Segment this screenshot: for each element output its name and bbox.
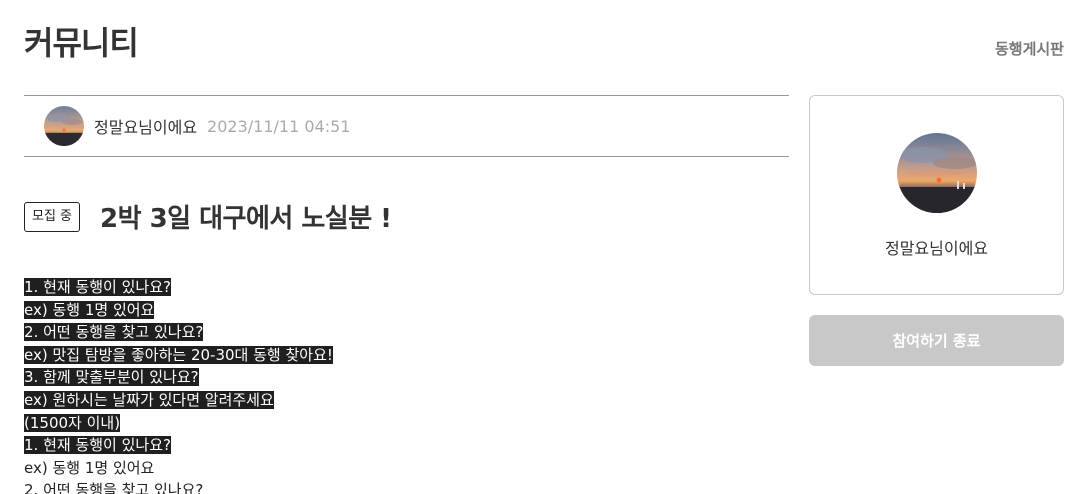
post-title-row: 모집 중 2박 3일 대구에서 노실분 ! (24, 198, 392, 235)
author-avatar[interactable] (44, 106, 84, 146)
body-line: ex) 동행 1명 있어요 (24, 457, 789, 480)
body-line: ex) 원하시는 날짜가 있다면 알려주세요 (24, 389, 789, 412)
body-line: ex) 동행 1명 있어요 (24, 299, 789, 322)
post-body: 1. 현재 동행이 있나요? ex) 동행 1명 있어요 2. 어떤 동행을 찾고 … (24, 276, 789, 494)
author-name[interactable]: 정말요님이에요 (94, 114, 197, 138)
author-profile-card: 정말요님이에요 (809, 95, 1064, 295)
body-line-text: ex) 맛집 탐방을 좋아하는 20-30대 동행 찾아요! (24, 345, 333, 364)
profile-avatar[interactable] (896, 133, 977, 213)
post-title: 2박 3일 대구에서 노실분 ! (100, 204, 392, 234)
page-title: 커뮤니티 (24, 24, 139, 62)
post-meta: 정말요님이에요 2023/11/11 04:51 (24, 95, 789, 157)
body-line: 2. 어떤 동행을 찾고 있나요? (24, 321, 789, 344)
post-date: 2023/11/11 04:51 (207, 116, 351, 136)
body-line-text: 1. 현재 동행이 있나요? (24, 278, 171, 296)
body-line-text: ex) 원하시는 날짜가 있다면 알려주세요 (24, 390, 274, 409)
body-line: 1. 현재 동행이 있나요? (24, 276, 789, 299)
body-line: 3. 함께 맞출부분이 있나요? (24, 366, 789, 389)
companion-board-link[interactable]: 동행게시판 (995, 38, 1064, 59)
page: 커뮤니티 동행게시판 정말요님이에요 2023/11/11 04:51 모집 중… (0, 0, 1089, 494)
body-line-text: 2. 어떤 동행을 찾고 있나요? (24, 323, 204, 342)
join-closed-button[interactable]: 참여하기 종료 (809, 315, 1064, 366)
profile-name[interactable]: 정말요님이에요 (885, 235, 988, 259)
body-line-text: (1500자 이내) (24, 413, 121, 432)
body-line-text: ex) 동행 1명 있어요 (24, 300, 155, 319)
body-line: ex) 맛집 탐방을 좋아하는 20-30대 동행 찾아요! (24, 344, 789, 367)
status-badge: 모집 중 (24, 201, 81, 232)
body-line-text: 1. 현재 동행이 있나요? (24, 436, 171, 455)
body-line: 2. 어떤 동행을 찾고 있나요? (24, 479, 789, 494)
body-line: 1. 현재 동행이 있나요? (24, 434, 789, 457)
body-line: (1500자 이내) (24, 412, 789, 435)
body-line-text: ex) 동행 1명 있어요 (24, 458, 155, 477)
body-line-text: 2. 어떤 동행을 찾고 있나요? (24, 481, 204, 494)
body-line-text: 3. 함께 맞출부분이 있나요? (24, 368, 199, 387)
